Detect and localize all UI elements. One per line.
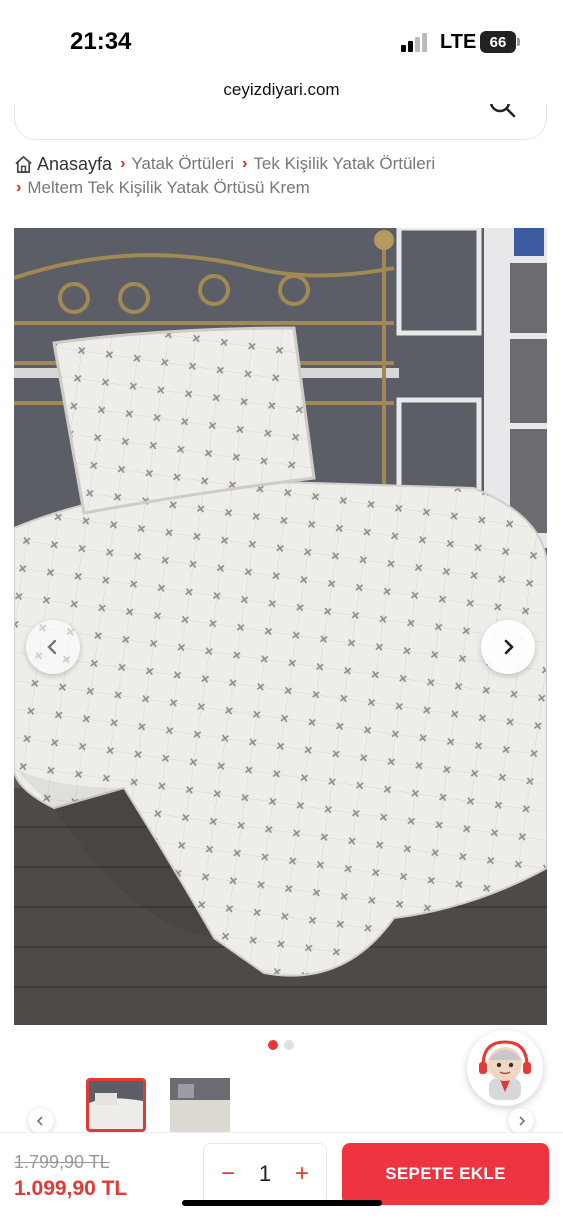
search-icon[interactable] bbox=[490, 104, 516, 124]
gallery-prev-button[interactable] bbox=[26, 620, 80, 674]
quantity-decrease-button[interactable]: − bbox=[218, 1160, 238, 1188]
home-icon bbox=[15, 155, 32, 173]
quantity-value[interactable]: 1 bbox=[259, 1161, 271, 1187]
breadcrumb-home[interactable]: Anasayfa bbox=[37, 152, 112, 176]
chevron-left-icon bbox=[47, 639, 57, 655]
battery-level: 66 bbox=[489, 33, 507, 51]
thumb-next-button[interactable] bbox=[508, 1108, 534, 1134]
quantity-increase-button[interactable]: + bbox=[292, 1160, 312, 1188]
chevron-left-icon bbox=[36, 1116, 43, 1126]
gallery-next-button[interactable] bbox=[481, 620, 535, 674]
breadcrumb-separator: › bbox=[120, 155, 126, 172]
breadcrumb-separator: › bbox=[16, 179, 22, 196]
chevron-right-icon bbox=[504, 639, 514, 655]
old-price: 1.799,90 TL bbox=[14, 1152, 110, 1172]
breadcrumb-separator: › bbox=[242, 155, 248, 172]
breadcrumb-item-current: Meltem Tek Kişilik Yatak Örtüsü Krem bbox=[27, 178, 310, 197]
thumb-prev-button[interactable] bbox=[28, 1108, 54, 1134]
status-bar: 21:34 LTE 66 bbox=[0, 0, 563, 80]
gallery-pagination bbox=[268, 1040, 294, 1050]
product-image bbox=[14, 228, 547, 1025]
breadcrumb: Anasayfa › Yatak Örtüleri › Tek Kişilik … bbox=[14, 152, 554, 200]
gallery-dot-2[interactable] bbox=[284, 1040, 294, 1050]
home-indicator bbox=[182, 1200, 382, 1206]
chevron-right-icon bbox=[519, 1116, 526, 1126]
thumbnail-2[interactable] bbox=[170, 1078, 230, 1132]
quantity-stepper: − 1 + bbox=[203, 1143, 327, 1205]
add-to-cart-button[interactable]: SEPETE EKLE bbox=[342, 1143, 549, 1205]
thumbnail-1[interactable] bbox=[86, 1078, 146, 1132]
battery-icon: 66 bbox=[480, 31, 520, 53]
product-image-gallery[interactable] bbox=[14, 228, 547, 1025]
signal-icon bbox=[401, 32, 431, 52]
breadcrumb-item-yatak-ortuleri[interactable]: Yatak Örtüleri bbox=[131, 152, 234, 176]
current-price: 1.099,90 TL bbox=[14, 1177, 128, 1200]
status-time: 21:34 bbox=[70, 28, 132, 55]
thumbnail-strip bbox=[0, 1078, 563, 1138]
breadcrumb-item-tek-kisilik[interactable]: Tek Kişilik Yatak Örtüleri bbox=[253, 152, 435, 176]
gallery-dot-1[interactable] bbox=[268, 1040, 278, 1050]
search-input[interactable] bbox=[14, 104, 547, 140]
network-type: LTE bbox=[440, 31, 477, 53]
